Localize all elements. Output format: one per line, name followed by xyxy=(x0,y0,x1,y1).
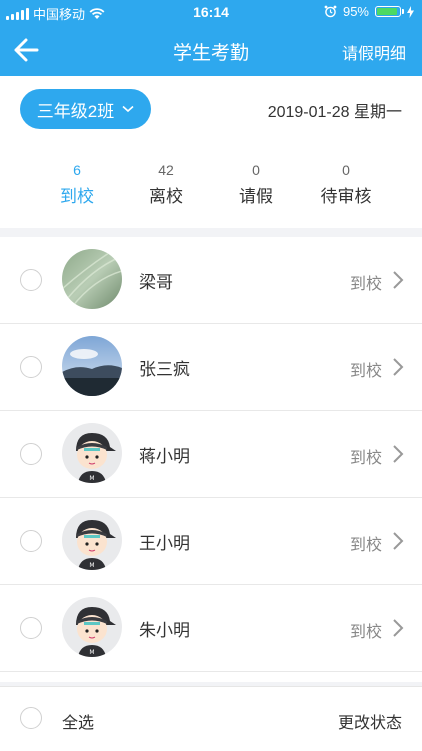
student-checkbox[interactable] xyxy=(20,443,42,465)
svg-text:M: M xyxy=(89,475,94,482)
stat-label: 请假 xyxy=(239,187,273,206)
student-row[interactable]: 张三疯 到校 xyxy=(0,324,422,411)
student-row[interactable]: 梁哥 到校 xyxy=(0,237,422,324)
avatar: M xyxy=(62,423,122,483)
stat-count: 0 xyxy=(252,162,260,178)
student-status: 到校 xyxy=(349,363,382,380)
svg-text:M: M xyxy=(89,562,94,569)
stat-label: 到校 xyxy=(60,187,94,206)
student-status: 到校 xyxy=(349,537,382,554)
bottom-action-bar: 全选 更改状态 xyxy=(0,686,422,751)
chevron-right-icon xyxy=(393,271,404,289)
student-row[interactable]: M 王小明 到校 xyxy=(0,498,422,585)
tab-pending-review[interactable]: 0 待审核 xyxy=(306,162,386,207)
avatar xyxy=(62,249,122,309)
battery-icon xyxy=(375,6,404,17)
class-selector-button[interactable]: 三年级2班 xyxy=(20,89,151,129)
charging-icon xyxy=(407,5,414,18)
student-status: 到校 xyxy=(349,276,382,293)
avatar xyxy=(62,336,122,396)
stat-label: 待审核 xyxy=(320,187,372,206)
battery-percent: 95% xyxy=(342,4,369,19)
avatar: M xyxy=(62,597,122,657)
leave-details-link[interactable]: 请假明细 xyxy=(342,40,406,64)
stat-label: 离校 xyxy=(149,187,183,206)
student-name: 朱小明 xyxy=(139,621,190,640)
student-row[interactable]: M 蒋小明 到校 xyxy=(0,411,422,498)
student-name: 梁哥 xyxy=(139,273,173,292)
chevron-right-icon xyxy=(393,532,404,550)
student-checkbox[interactable] xyxy=(20,356,42,378)
student-checkbox[interactable] xyxy=(20,530,42,552)
svg-text:M: M xyxy=(89,649,94,656)
tab-left-school[interactable]: 42 离校 xyxy=(126,162,206,207)
student-checkbox[interactable] xyxy=(20,269,42,291)
chevron-right-icon xyxy=(393,445,404,463)
student-status: 到校 xyxy=(349,450,382,467)
chevron-right-icon xyxy=(393,358,404,376)
filter-bar: 三年级2班 2019-01-28 星期一 xyxy=(0,76,422,143)
class-selector-label: 三年级2班 xyxy=(36,101,115,121)
student-status: 到校 xyxy=(349,624,382,641)
date-label: 2019-01-28 星期一 xyxy=(267,104,402,121)
student-checkbox[interactable] xyxy=(20,617,42,639)
stat-count: 0 xyxy=(342,162,350,178)
status-bar: 中国移动 16:14 95% xyxy=(0,0,422,24)
avatar: M xyxy=(62,510,122,570)
select-all-checkbox[interactable] xyxy=(20,707,42,729)
chevron-right-icon xyxy=(393,619,404,637)
navigation-bar: 学生考勤 请假明细 xyxy=(0,24,422,76)
tab-leave[interactable]: 0 请假 xyxy=(216,162,296,207)
chevron-down-icon xyxy=(122,105,134,113)
alarm-icon xyxy=(324,5,337,18)
select-all-label[interactable]: 全选 xyxy=(62,709,94,733)
change-status-button[interactable]: 更改状态 xyxy=(338,709,402,733)
stat-count: 42 xyxy=(158,162,174,178)
student-row[interactable]: M 朱小明 到校 xyxy=(0,585,422,672)
student-list: 梁哥 到校 张三疯 到校 M 蒋小明 到校 M 王小明 到校 M 朱小明 到校 xyxy=(0,237,422,682)
student-name: 王小明 xyxy=(139,534,190,553)
tab-arrived[interactable]: 6 到校 xyxy=(37,162,117,207)
attendance-stats: 6 到校 42 离校 0 请假 0 待审核 xyxy=(0,142,422,228)
student-name: 蒋小明 xyxy=(139,447,190,466)
student-name: 张三疯 xyxy=(139,360,190,379)
status-right: 95% xyxy=(324,4,414,19)
stat-count: 6 xyxy=(73,162,81,178)
